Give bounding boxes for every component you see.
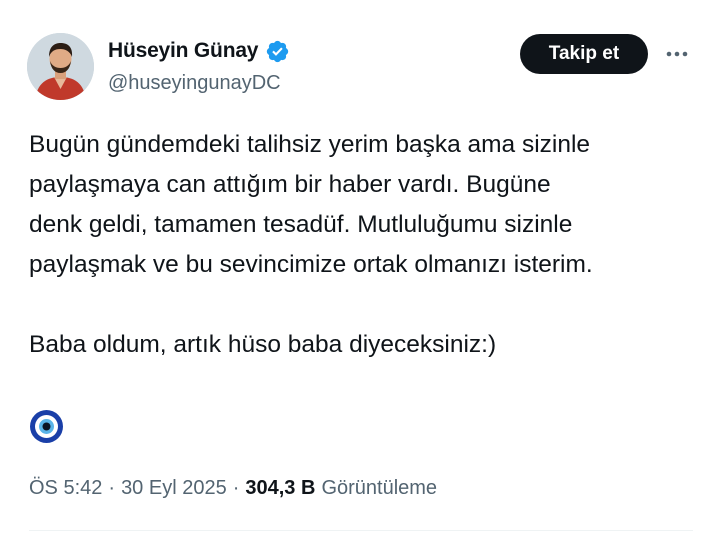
more-horizontal-icon[interactable]: [662, 42, 692, 66]
verified-badge-icon[interactable]: [265, 39, 290, 64]
author-name-row: Hüseyin Günay: [108, 37, 290, 65]
author-handle[interactable]: @huseyingunayDC: [108, 72, 281, 95]
avatar[interactable]: [27, 33, 94, 100]
tweet-line: paylaşmaya can attığım bir haber vardı. …: [29, 171, 551, 198]
views-count: 304,3 B: [245, 476, 316, 499]
follow-button[interactable]: Takip et: [520, 34, 648, 74]
tweet-date[interactable]: 30 Eyl 2025: [121, 477, 227, 500]
divider: [29, 530, 693, 531]
meta-separator: ·: [108, 476, 116, 499]
tweet-line: paylaşmak ve bu sevincimize ortak olmanı…: [29, 251, 593, 278]
nazar-boncugu-icon: [29, 409, 64, 444]
meta-separator: ·: [232, 476, 240, 499]
views-label: Görüntüleme: [321, 476, 438, 499]
tweet-time[interactable]: ÖS 5:42: [29, 477, 102, 500]
tweet-line: denk geldi, tamamen tesadüf. Mutluluğumu…: [29, 211, 573, 238]
tweet-line: Baba oldum, artık hüso baba diyeceksiniz…: [29, 331, 497, 358]
tweet-meta: ÖS 5:42 · 30 Eyl 2025 · 304,3 B Görüntül…: [29, 474, 437, 502]
tweet-card: Hüseyin Günay @huseyingunayDC Takip et B…: [0, 0, 716, 537]
tweet-text: Bugün gündemdeki talihsiz yerim başka am…: [29, 125, 699, 365]
display-name[interactable]: Hüseyin Günay: [108, 39, 258, 63]
tweet-line: Bugün gündemdeki talihsiz yerim başka am…: [29, 131, 591, 158]
